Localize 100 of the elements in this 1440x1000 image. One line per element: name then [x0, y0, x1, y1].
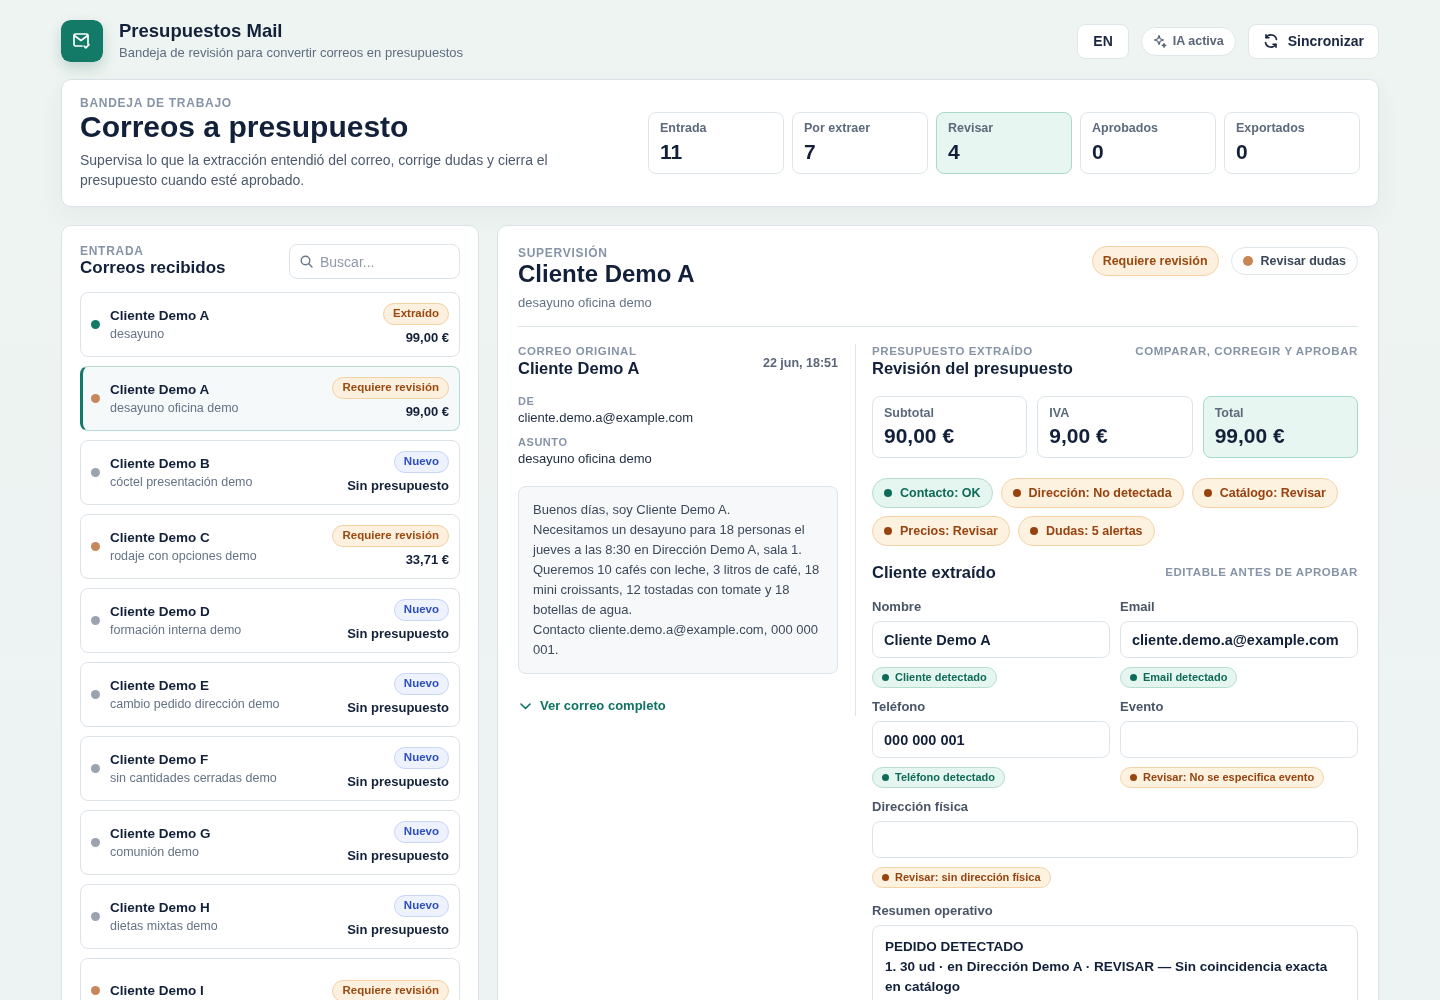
panel-title: Correos recibidos [80, 258, 226, 278]
amount-text: Sin presupuesto [347, 477, 449, 494]
client-name: Cliente Demo F [110, 750, 210, 769]
search-icon [300, 255, 313, 268]
field-label: Evento [1120, 698, 1165, 715]
stat-value: 0 [1092, 139, 1105, 165]
stat-label: Aprobados [1092, 120, 1159, 136]
status-text: Revisar: No se especifica evento [1143, 770, 1315, 786]
client-name: Cliente Demo H [110, 898, 211, 917]
email-list-item[interactable]: Cliente Demo H dietas mixtas demo Nuevo Sin presupuesto [80, 884, 460, 949]
app-title: Presupuestos Mail [119, 20, 284, 42]
email-subject: formación interna demo [110, 621, 242, 639]
email-list-item[interactable]: Cliente Demo G comunión demo Nuevo Sin presupuesto [80, 810, 460, 875]
status-badge: Requiere revisión [332, 525, 449, 547]
sparkle-icon [1152, 34, 1167, 48]
stat-label: Por extraer [804, 120, 871, 136]
status-dot-icon [882, 674, 889, 681]
email-list-item[interactable]: Cliente Demo I Requiere revisión [80, 958, 460, 1000]
email-subject: cóctel presentación demo [110, 473, 253, 491]
text-field[interactable] [1120, 721, 1358, 758]
client-name: Cliente Demo D [110, 602, 211, 621]
field-label: Dirección física [872, 798, 970, 815]
email-list-item[interactable]: Cliente Demo F sin cantidades cerradas demo Nuevo Sin presupuesto [80, 736, 460, 801]
status-dot-icon [1030, 527, 1038, 535]
amount-text: 99,00 € [405, 329, 449, 346]
section-eyebrow: PRESUPUESTO EXTRAÍDO [872, 344, 1034, 358]
section-eyebrow: SUPERVISIÓN [518, 246, 609, 260]
stat-value: 0 [1236, 139, 1249, 165]
stat-label: Revisar [948, 120, 995, 136]
status-text: Email detectado [1143, 670, 1228, 686]
email-body: Buenos días, soy Cliente Demo A. Necesitamos un desayuno para 18 personas el jueves a las 8:30 en Dirección Demo A, sala 1. Queremos 10 cafés con leche, 3 litros de café, 18 mini croissants, 12 tostadas con tomate y 18 botellas de agua. Contacto cliente.demo.a@example.com, 000 000 001. [518, 486, 838, 674]
section-eyebrow: CORREO ORIGINAL [518, 344, 638, 358]
client-name: Cliente Demo B [110, 454, 211, 473]
status-badge: Nuevo [393, 451, 449, 473]
text-field[interactable]: Cliente Demo A [872, 621, 1110, 658]
section-title: Revisión del presupuesto [872, 358, 1073, 378]
client-name: Cliente Demo E [110, 676, 211, 695]
amount-text: Sin presupuesto [347, 773, 449, 790]
status-dot-icon [1130, 774, 1137, 781]
amount-text: Sin presupuesto [347, 847, 449, 864]
email-subject: cambio pedido dirección demo [110, 695, 280, 713]
email-list-item[interactable]: Cliente Demo C rodaje con opciones demo Requiere revisión 33,71 € [80, 514, 460, 579]
search-field[interactable]: Buscar... [289, 244, 460, 279]
total-label: IVA [1049, 405, 1071, 421]
review-doubts-button[interactable]: Revisar dudas [1230, 247, 1358, 275]
section-hint: EDITABLE ANTES DE APROBAR [1165, 565, 1358, 579]
ai-status-button[interactable]: IA activa [1140, 26, 1236, 56]
field-value: cliente.demo.a@example.com [518, 409, 695, 427]
status-text: Teléfono detectado [895, 770, 996, 786]
field-label: Nombre [872, 598, 923, 615]
summary-field[interactable]: PEDIDO DETECTADO 1. 30 ud · en Dirección Demo A · REVISAR — Sin coincidencia exacta en catálogo [872, 925, 1358, 1000]
text-field[interactable]: 000 000 001 [872, 721, 1110, 758]
status-badge: Requiere revisión [332, 979, 449, 1000]
field-label: Resumen operativo [872, 902, 994, 919]
email-subject: comunión demo [110, 843, 200, 861]
email-subject: desayuno oficina demo [518, 294, 653, 312]
status-text: Contacto: OK [900, 484, 981, 502]
refresh-icon [1262, 33, 1279, 49]
status-badge: Nuevo [393, 747, 449, 769]
amount-text: Sin presupuesto [347, 699, 449, 716]
status-text: Dudas: 5 alertas [1046, 522, 1143, 540]
field-value: desayuno oficina demo [518, 450, 653, 468]
status-badge: Nuevo [393, 895, 449, 917]
stat-value: 11 [660, 139, 684, 165]
email-subject: desayuno [110, 325, 166, 343]
text-field[interactable] [872, 821, 1358, 858]
envelope-check-icon [61, 20, 103, 62]
total-label: Subtotal [884, 405, 935, 421]
status-dot-icon [882, 874, 889, 881]
chevron-down-icon [520, 702, 531, 710]
client-title: Cliente Demo A [518, 260, 695, 288]
email-list-item[interactable]: Cliente Demo A desayuno oficina demo Requiere revisión 99,00 € [80, 366, 460, 431]
status-text: Revisar: sin dirección física [895, 870, 1041, 886]
sync-button[interactable]: Sincronizar [1247, 23, 1379, 59]
status-dot-icon [884, 527, 892, 535]
client-name: Cliente Demo G [110, 824, 211, 843]
email-list-item[interactable]: Cliente Demo D formación interna demo Nuevo Sin presupuesto [80, 588, 460, 653]
stat-value: 7 [804, 139, 817, 165]
email-list-item[interactable]: Cliente Demo A desayuno Extraído 99,00 € [80, 292, 460, 357]
status-text: Dirección: No detectada [1028, 484, 1172, 502]
stat-label: Entrada [660, 120, 708, 136]
status-badge: Nuevo [393, 599, 449, 621]
status-badge: Requiere revisión [332, 377, 449, 399]
section-eyebrow: BANDEJA DE TRABAJO [80, 96, 233, 110]
language-button[interactable]: EN [1077, 23, 1129, 59]
total-value: 99,00 € [1214, 423, 1286, 449]
page-description: Supervisa lo que la extracción entendió del correo, corrige dudas y cierra el presupuesto cuando esté aprobado. [80, 151, 549, 190]
amount-text: Sin presupuesto [347, 625, 449, 642]
status-text: Cliente detectado [895, 670, 987, 686]
field-label: DE [518, 394, 536, 408]
text-field[interactable]: cliente.demo.a@example.com [1120, 621, 1358, 658]
status-badge: Nuevo [393, 673, 449, 695]
expand-email-link[interactable]: Ver correo completo [518, 696, 666, 716]
email-subject: desayuno oficina demo [110, 399, 239, 417]
client-name: Cliente Demo C [110, 528, 211, 547]
total-value: 90,00 € [884, 423, 956, 449]
total-value: 9,00 € [1049, 423, 1109, 449]
email-list-item[interactable]: Cliente Demo B cóctel presentación demo Nuevo Sin presupuesto [80, 440, 460, 505]
client-name: Cliente Demo A [110, 306, 210, 325]
email-list-item[interactable]: Cliente Demo E cambio pedido dirección demo Nuevo Sin presupuesto [80, 662, 460, 727]
